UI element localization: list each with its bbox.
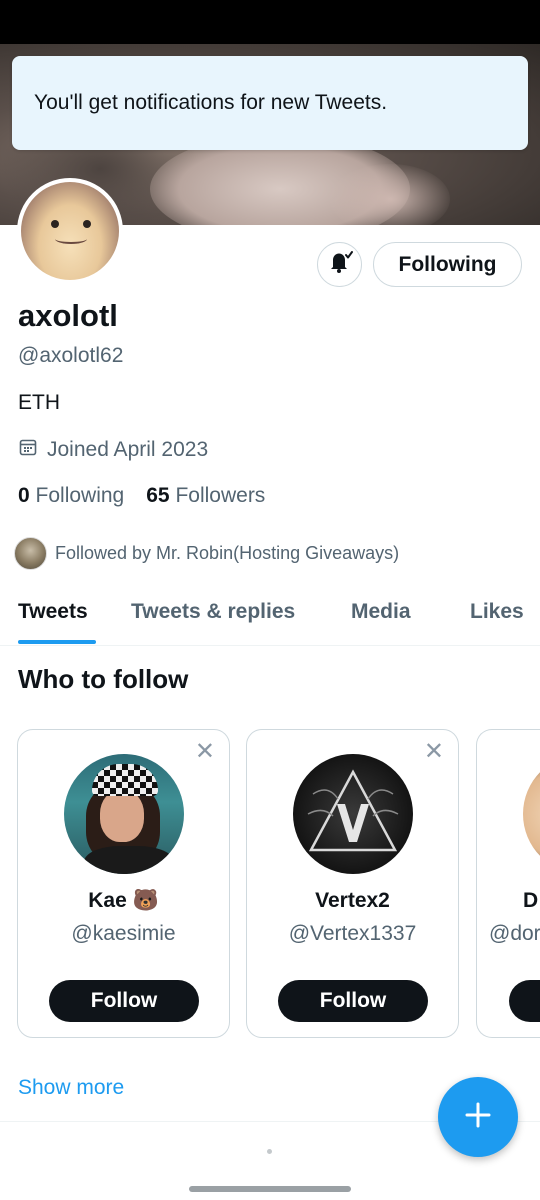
plus-icon — [463, 1100, 493, 1135]
suggestion-avatar[interactable] — [64, 754, 184, 874]
follow-suggestion-card[interactable]: ✕ Vertex2 @Vertex1337 Follow — [246, 729, 459, 1038]
follower-avatar — [14, 537, 47, 570]
profile-avatar[interactable] — [17, 178, 123, 284]
profile-display-name: axolotl — [18, 298, 118, 333]
avatar-image — [21, 182, 119, 280]
following-button[interactable]: Following — [373, 242, 522, 287]
toast-message: You'll get notifications for new Tweets. — [34, 91, 388, 114]
follow-suggestion-card-partial[interactable]: D @dor — [476, 729, 540, 1038]
followed-by-text: Followed by Mr. Robin(Hosting Giveaways) — [55, 543, 400, 563]
profile-tabs: Tweets Tweets & replies Media Likes — [0, 590, 540, 646]
compose-tweet-button[interactable] — [438, 1077, 518, 1157]
follow-button[interactable]: Follow — [278, 980, 428, 1022]
suggestion-name: Kae 🐻 — [88, 889, 159, 912]
suggestion-handle: @kaesimie — [71, 922, 176, 945]
suggestion-name: D — [523, 889, 539, 912]
tab-tweets-replies[interactable]: Tweets & replies — [131, 600, 295, 624]
page-indicator-dot — [267, 1149, 272, 1154]
tab-likes[interactable]: Likes — [470, 600, 524, 624]
notifications-bell-button[interactable] — [317, 242, 362, 287]
following-count-link[interactable]: 0 Following — [18, 484, 124, 508]
calendar-icon — [18, 437, 38, 463]
suggestion-handle: @dor — [489, 922, 540, 945]
active-tab-indicator — [18, 640, 96, 644]
suggestion-name: Vertex2 — [315, 889, 390, 912]
status-bar — [0, 0, 540, 44]
dismiss-x-icon[interactable]: ✕ — [195, 740, 215, 764]
profile-handle: @axolotl62 — [18, 344, 124, 367]
banner-axolotl-limb — [330, 164, 450, 225]
suggestion-avatar[interactable] — [293, 754, 413, 874]
home-gesture-bar[interactable] — [189, 1186, 351, 1192]
followers-count-link[interactable]: 65 Followers — [146, 484, 265, 508]
show-more-link[interactable]: Show more — [18, 1076, 124, 1100]
bell-subscribed-icon — [327, 249, 353, 280]
tab-tweets[interactable]: Tweets — [18, 600, 88, 624]
profile-bio: ETH — [18, 391, 60, 414]
dismiss-x-icon[interactable]: ✕ — [424, 740, 444, 764]
suggestion-handle: @Vertex1337 — [288, 922, 417, 945]
joined-date: Joined April 2023 — [18, 437, 208, 463]
notification-toast: You'll get notifications for new Tweets. — [12, 56, 528, 150]
follow-button[interactable] — [509, 980, 540, 1022]
follow-suggestion-card[interactable]: ✕ Kae 🐻 @kaesimie Follow — [17, 729, 230, 1038]
follow-button[interactable]: Follow — [49, 980, 199, 1022]
tab-media[interactable]: Media — [351, 600, 411, 624]
who-to-follow-title: Who to follow — [18, 664, 189, 694]
joined-text: Joined April 2023 — [47, 438, 209, 461]
followed-by[interactable]: Followed by Mr. Robin(Hosting Giveaways) — [14, 537, 399, 570]
suggestion-avatar[interactable] — [523, 754, 540, 874]
follow-counts: 0 Following 65 Followers — [18, 484, 265, 508]
